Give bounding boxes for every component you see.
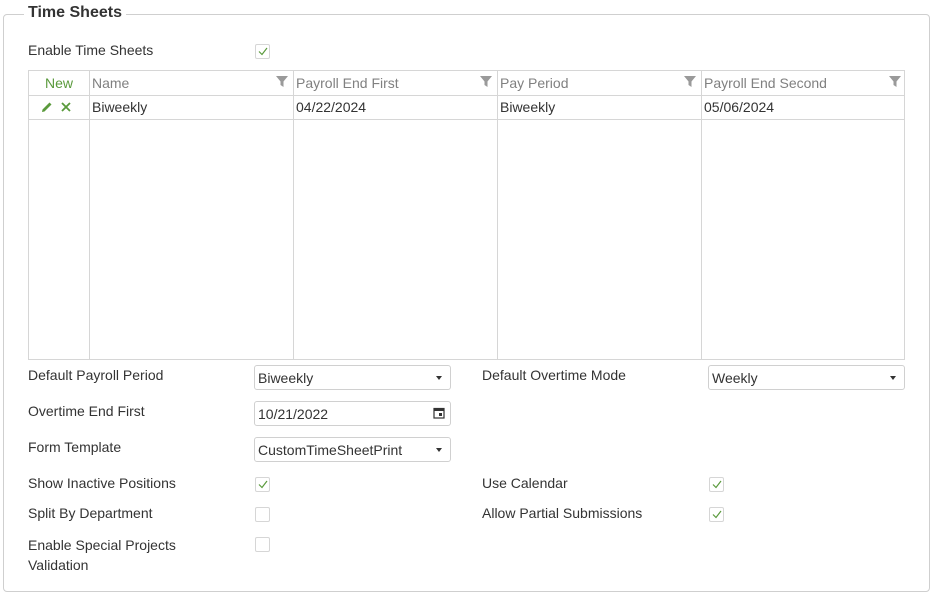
overtime-end-first-label: Overtime End First: [28, 403, 145, 419]
column-header-label: Name: [92, 75, 130, 91]
form-template-label: Form Template: [28, 439, 122, 455]
check-icon: [712, 510, 722, 519]
column-header-label: Pay Period: [500, 75, 569, 91]
delete-icon[interactable]: [59, 100, 73, 114]
check-icon: [258, 47, 268, 56]
show-inactive-positions-checkbox[interactable]: [255, 477, 270, 492]
filter-icon[interactable]: [479, 75, 493, 89]
split-by-department-checkbox[interactable]: [255, 507, 270, 522]
use-calendar-checkbox[interactable]: [709, 477, 724, 492]
show-inactive-positions-label: Show Inactive Positions: [28, 475, 176, 491]
default-payroll-period-select[interactable]: Biweekly: [254, 365, 451, 390]
enable-time-sheets-checkbox[interactable]: [255, 44, 270, 59]
cell-payroll-end-first: 04/22/2024: [296, 99, 367, 115]
table-row[interactable]: Biweekly 04/22/2024 Biweekly 05/06/2024: [29, 96, 904, 120]
cell-name: Biweekly: [92, 99, 148, 115]
column-header-pay-period[interactable]: Pay Period: [498, 71, 701, 95]
check-icon: [712, 480, 722, 489]
filter-icon[interactable]: [683, 75, 697, 89]
chevron-down-icon: [890, 376, 896, 380]
column-header-label: Payroll End Second: [704, 75, 827, 91]
filter-icon[interactable]: [275, 75, 289, 89]
section-title: Time Sheets: [24, 4, 126, 22]
label-line: Validation: [28, 557, 89, 573]
enable-special-projects-validation-label: Enable Special Projects Validation: [28, 535, 176, 575]
label-line: Enable Special Projects: [28, 537, 176, 553]
overtime-end-first-date-input[interactable]: 10/21/2022: [254, 401, 451, 426]
grid-header: New Name Payroll End First Pay Period Pa…: [29, 71, 904, 96]
column-header-label: Payroll End First: [296, 75, 399, 91]
form-template-select[interactable]: CustomTimeSheetPrint: [254, 437, 451, 462]
filter-icon[interactable]: [888, 75, 902, 89]
chevron-down-icon: [436, 376, 442, 380]
allow-partial-submissions-label: Allow Partial Submissions: [482, 505, 643, 521]
enable-time-sheets-label: Enable Time Sheets: [28, 42, 154, 58]
select-value: Weekly: [712, 370, 758, 386]
select-value: Biweekly: [258, 370, 314, 386]
use-calendar-label: Use Calendar: [482, 475, 568, 491]
default-overtime-mode-select[interactable]: Weekly: [708, 365, 905, 390]
column-header-payroll-end-second[interactable]: Payroll End Second: [702, 71, 905, 95]
cell-pay-period: Biweekly: [500, 99, 556, 115]
cell-payroll-end-second: 05/06/2024: [704, 99, 775, 115]
edit-icon[interactable]: [40, 100, 54, 114]
new-row-button[interactable]: New: [29, 71, 89, 95]
calendar-icon[interactable]: [433, 407, 445, 419]
default-overtime-mode-label: Default Overtime Mode: [482, 367, 626, 383]
check-icon: [258, 480, 268, 489]
default-payroll-period-label: Default Payroll Period: [28, 367, 164, 383]
enable-special-projects-validation-checkbox[interactable]: [255, 537, 270, 552]
column-header-payroll-end-first[interactable]: Payroll End First: [294, 71, 497, 95]
time-sheets-grid: New Name Payroll End First Pay Period Pa…: [28, 70, 905, 360]
allow-partial-submissions-checkbox[interactable]: [709, 507, 724, 522]
column-header-name[interactable]: Name: [90, 71, 293, 95]
select-value: CustomTimeSheetPrint: [258, 442, 403, 458]
split-by-department-label: Split By Department: [28, 505, 153, 521]
date-value: 10/21/2022: [258, 406, 329, 422]
chevron-down-icon: [436, 448, 442, 452]
